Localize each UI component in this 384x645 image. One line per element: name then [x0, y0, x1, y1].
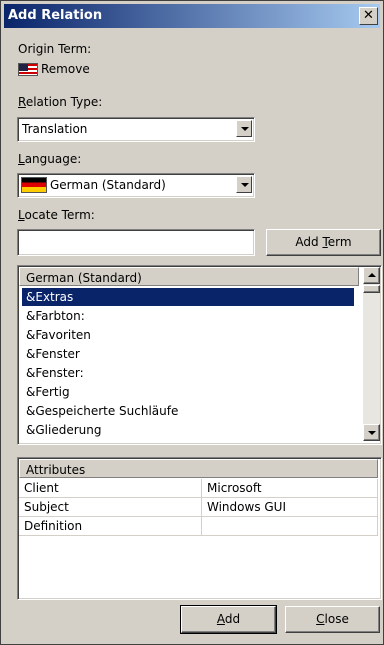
chevron-down-icon	[241, 127, 249, 131]
term-list-item[interactable]: &Extras	[22, 288, 354, 306]
locate-term-input[interactable]	[17, 229, 255, 256]
attribute-value-cell[interactable]: Windows GUI	[202, 498, 378, 517]
close-window-button[interactable]: ✕	[359, 7, 378, 25]
term-list-item[interactable]: &Farbton:	[22, 307, 354, 325]
close-button[interactable]: Close	[285, 606, 380, 633]
title-bar[interactable]: Add Relation ✕	[4, 4, 380, 28]
attribute-value-cell[interactable]	[202, 517, 378, 536]
us-flag-icon	[18, 63, 38, 76]
term-list-header[interactable]: German (Standard)	[19, 267, 359, 286]
locate-term-label: Locate Term:	[18, 208, 95, 222]
german-flag-icon	[21, 177, 47, 193]
attribute-name-cell[interactable]: Subject	[19, 498, 202, 517]
term-list-scrollbar[interactable]	[363, 267, 380, 441]
term-list-item[interactable]: &Fertig	[22, 383, 354, 401]
relation-type-select[interactable]: Translation	[17, 117, 255, 142]
term-list-item[interactable]: &Fenster:	[22, 364, 354, 382]
scroll-down-button[interactable]	[363, 424, 380, 441]
language-value: German (Standard)	[50, 178, 166, 192]
add-relation-dialog: Add Relation ✕ Origin Term: Remove Relat…	[0, 0, 384, 645]
term-list-item[interactable]: &Gliederung	[22, 421, 354, 439]
term-list-item[interactable]: &Gespeicherte Suchläufe	[22, 402, 354, 420]
scroll-thumb[interactable]	[363, 285, 380, 293]
attribute-value-cell[interactable]: Microsoft	[202, 479, 378, 498]
chevron-down-icon	[368, 431, 376, 435]
origin-term-label: Origin Term:	[18, 42, 92, 56]
language-select[interactable]: German (Standard)	[17, 173, 255, 198]
term-list-item[interactable]: &Fenster	[22, 345, 354, 363]
relation-type-dropdown-arrow[interactable]	[236, 120, 252, 137]
add-term-button[interactable]: Add Term	[266, 229, 381, 256]
origin-term-value: Remove	[41, 62, 90, 76]
term-list-item[interactable]: &Favoriten	[22, 326, 354, 344]
chevron-down-icon	[241, 183, 249, 187]
window-title: Add Relation	[8, 8, 103, 23]
language-dropdown-arrow[interactable]	[236, 176, 252, 193]
attributes-grid[interactable]: Attributes Client Microsoft Subject Windows…	[17, 457, 382, 600]
scroll-up-button[interactable]	[363, 267, 380, 284]
add-button[interactable]: Add	[180, 605, 277, 634]
chevron-up-icon	[368, 273, 376, 277]
attribute-name-cell[interactable]: Definition	[19, 517, 202, 536]
relation-type-value: Translation	[22, 122, 88, 136]
term-list[interactable]: German (Standard) &Extras &Farbton: &Favor…	[17, 265, 382, 445]
language-label: Language:	[18, 152, 82, 166]
attributes-header: Attributes	[19, 459, 378, 478]
relation-type-label: Relation Type:	[18, 95, 103, 109]
attribute-name-cell[interactable]: Client	[19, 479, 202, 498]
